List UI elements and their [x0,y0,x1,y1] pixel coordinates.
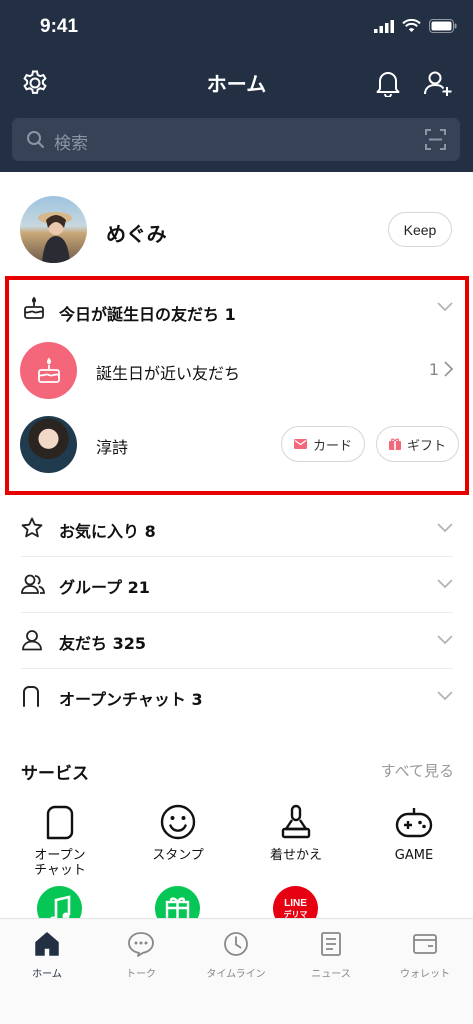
openchat-icon [23,686,39,707]
service-game[interactable]: GAME [364,802,464,863]
envelope-icon [294,439,307,449]
friend-avatar[interactable] [20,416,77,473]
profile-name: めぐみ [106,222,167,246]
status-icons [374,19,457,33]
qr-scan-icon[interactable] [425,129,446,150]
gamepad-icon [395,808,433,838]
services-title: サービス [21,764,89,784]
tab-label: トーク [126,969,156,980]
list-row-label: 友だち 325 [59,634,146,653]
list-row-openchat[interactable]: オープンチャット 3 [21,669,453,725]
brush-icon [281,804,311,839]
send-gift-button[interactable]: ギフト [376,426,460,462]
upcoming-birthdays-count: 1 [428,360,439,379]
service-label: オープン チャット [34,848,86,878]
card-label: カード [313,438,353,454]
tab-news[interactable]: ニュース [284,929,378,980]
list-row-label: グループ 21 [59,578,150,597]
tab-home[interactable]: ホーム [0,929,94,980]
tab-label: ホーム [32,969,62,980]
list-row-label: オープンチャット 3 [59,690,203,709]
smiley-icon [160,804,196,840]
list-row-groups[interactable]: グループ 21 [21,557,453,613]
battery-icon [429,19,457,33]
chevron-down-icon [437,691,453,701]
tab-wallet[interactable]: ウォレット [378,929,472,980]
search-icon [27,131,44,148]
add-friend-button[interactable] [421,66,455,100]
group-icon [21,574,45,594]
cake-icon [37,357,60,383]
cake-icon [24,296,44,319]
list-row-friends[interactable]: 友だち 325 [21,613,453,669]
chevron-down-icon [437,523,453,533]
see-all-link[interactable]: すべて見る [381,760,454,781]
clock-icon [224,932,248,956]
bell-icon [376,72,400,97]
tab-label: ニュース [311,969,351,980]
upcoming-birthdays-label[interactable]: 誕生日が近い友だち [96,360,240,384]
friend-name[interactable]: 淳詩 [96,434,128,458]
service-label: GAME [394,848,434,863]
gift-icon [389,438,401,450]
keep-button[interactable]: Keep [388,212,452,247]
list-row-favorites[interactable]: お気に入り 8 [21,501,453,557]
signal-icon [374,19,394,33]
search-input[interactable]: 検索 [54,129,88,154]
chat-icon [128,932,154,957]
birthday-section-header[interactable]: 今日が誕生日の友だち 1 [21,296,453,326]
chevron-right-icon[interactable] [444,361,454,377]
chevron-down-icon [437,635,453,645]
header: 9:41 ホーム 検索 [0,0,473,172]
service-openchat[interactable]: オープン チャット [10,802,110,878]
upcoming-birthday-avatar[interactable] [20,342,77,399]
star-icon [21,517,43,538]
svg-text:LINE: LINE [284,898,307,909]
status-time: 9:41 [40,16,79,37]
avatar[interactable] [20,196,87,263]
add-friend-icon [424,71,452,96]
tab-timeline[interactable]: タイムライン [189,929,283,980]
list-row-label: お気に入り 8 [59,522,156,541]
chevron-down-icon [437,579,453,589]
service-themes[interactable]: 着せかえ [246,802,346,863]
tab-chats[interactable]: トーク [94,929,188,980]
wifi-icon [402,19,421,32]
wallet-icon [413,934,437,954]
openchat-icon [46,805,74,840]
tab-label: ウォレット [400,969,450,980]
service-label: スタンプ [152,848,204,863]
service-label: 着せかえ [269,848,322,863]
birthday-section-title: 今日が誕生日の友だち 1 [59,305,236,324]
news-icon [321,932,341,956]
send-card-button[interactable]: カード [281,426,366,462]
chevron-down-icon[interactable] [437,302,453,312]
tab-bar: ホーム トーク タイムライン ニュース ウォレット [0,918,473,1024]
service-stickers[interactable]: スタンプ [128,802,228,863]
tab-label: タイムライン [206,969,266,980]
home-icon [35,932,59,956]
friend-icon [22,630,42,651]
gift-label: ギフト [407,438,447,454]
search-bar[interactable]: 検索 [12,118,460,161]
my-profile[interactable]: めぐみ Keep [0,172,473,277]
notifications-button[interactable] [371,66,405,100]
